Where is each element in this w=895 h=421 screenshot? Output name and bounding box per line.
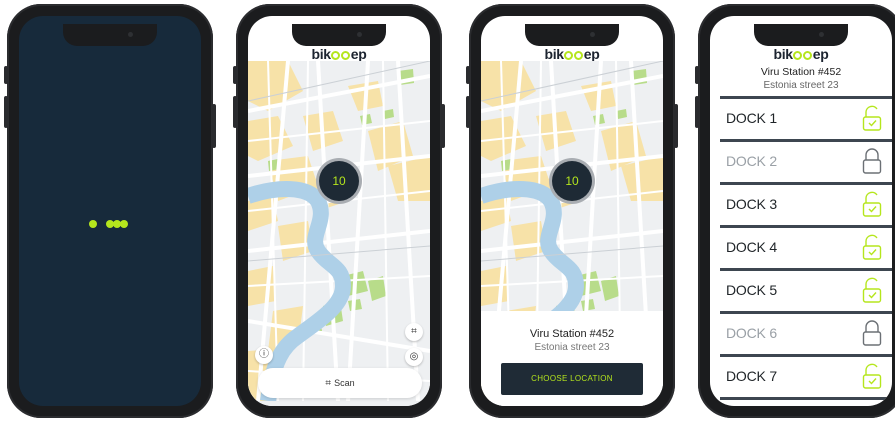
phone-notch: [754, 24, 848, 46]
loading-dot: [120, 220, 128, 228]
locate-icon[interactable]: ◎: [405, 348, 423, 366]
station-name: Viru Station #452: [529, 328, 615, 340]
location-panel: Viru Station #452 Estonia street 23 CHOO…: [481, 311, 663, 406]
dock-row[interactable]: DOCK 7: [720, 354, 892, 397]
dock-row[interactable]: DOCK 1: [720, 96, 892, 139]
lock-icon: [862, 320, 882, 352]
location-screen: bik ep 10 Viru Station #452 Estonia stre…: [481, 16, 663, 406]
station-name: Viru Station #452: [760, 66, 842, 78]
loading-dot: [89, 220, 97, 228]
phone-side-button: [212, 104, 216, 148]
city-map: [248, 61, 430, 401]
station-address: Estonia street 23: [534, 342, 610, 353]
dock-screen: bik ep Viru Station #452 Estonia street 2…: [710, 16, 892, 406]
dock-label: DOCK 2: [726, 153, 777, 169]
phone-side-button: [466, 66, 470, 84]
unlocked-check-icon: [862, 277, 882, 309]
unlocked-check-icon: [862, 363, 882, 395]
dock-row[interactable]: DOCK 5: [720, 268, 892, 311]
dock-row[interactable]: DOCK 2: [720, 139, 892, 182]
dock-list: DOCK 1 DOCK 2 DOCK 3 DOCK 4 DOCK 5 DOCK 6 DOCK…: [720, 96, 892, 406]
dock-label: DOCK 6: [726, 325, 777, 341]
phone-notch: [63, 24, 157, 46]
dock-label: DOCK 4: [726, 239, 777, 255]
phone-side-button: [441, 104, 445, 148]
station-marker[interactable]: 10: [319, 161, 359, 201]
brand-logo: bik ep: [311, 46, 367, 62]
splash-screen: [19, 16, 201, 406]
qr-code-icon[interactable]: ⌗: [405, 323, 423, 341]
station-marker[interactable]: 10: [552, 161, 592, 201]
qr-scan-icon: ⌗: [325, 378, 332, 389]
phone-side-button: [233, 96, 237, 128]
phone-map: bik ep 10 ⌗ ⓘ ◎ ⌗ Scan: [233, 4, 445, 418]
dock-row[interactable]: DOCK 6: [720, 311, 892, 354]
map-view[interactable]: 10 ⌗ ⓘ ◎ ⌗ Scan: [248, 61, 430, 406]
station-address: Estonia street 23: [763, 80, 839, 91]
phone-choose-location: bik ep 10 Viru Station #452 Estonia stre…: [466, 4, 678, 418]
phone-side-button: [4, 66, 8, 84]
phone-splash: [4, 4, 216, 418]
info-icon[interactable]: ⓘ: [255, 346, 273, 364]
phone-docks: bik ep Viru Station #452 Estonia street 2…: [695, 4, 895, 418]
dock-row[interactable]: DOCK 3: [720, 182, 892, 225]
phone-notch: [525, 24, 619, 46]
dock-row[interactable]: DOCK 8: [720, 397, 892, 406]
dock-label: DOCK 5: [726, 282, 777, 298]
scan-button[interactable]: ⌗ Scan: [258, 368, 422, 398]
phone-notch: [292, 24, 386, 46]
brand-logo: bik ep: [544, 46, 600, 62]
unlocked-check-icon: [862, 191, 882, 223]
lock-icon: [862, 148, 882, 180]
phone-side-button: [695, 66, 699, 84]
dock-label: DOCK 3: [726, 196, 777, 212]
map-screen: bik ep 10 ⌗ ⓘ ◎ ⌗ Scan: [248, 16, 430, 406]
dock-label: DOCK 1: [726, 110, 777, 126]
phone-side-button: [233, 66, 237, 84]
phone-side-button: [674, 104, 678, 148]
dock-label: DOCK 7: [726, 368, 777, 384]
unlocked-check-icon: [862, 105, 882, 137]
phone-side-button: [4, 96, 8, 128]
phone-side-button: [695, 96, 699, 128]
brand-logo: bik ep: [773, 46, 829, 62]
dock-row[interactable]: DOCK 4: [720, 225, 892, 268]
unlocked-check-icon: [862, 234, 882, 266]
choose-location-button[interactable]: CHOOSE LOCATION: [501, 363, 643, 395]
phone-side-button: [466, 96, 470, 128]
